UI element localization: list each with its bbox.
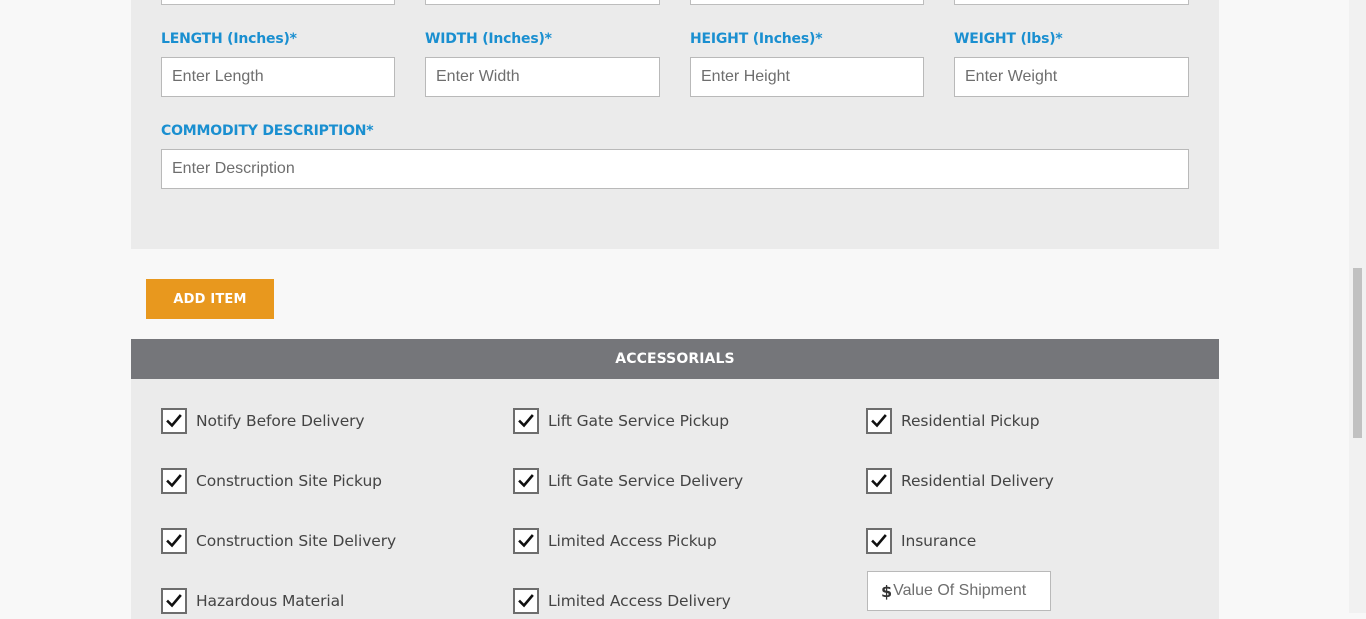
scrollbar-thumb[interactable] <box>1353 268 1362 438</box>
accessorial-construction-site-delivery[interactable]: Construction Site Delivery <box>161 528 396 554</box>
height-label: HEIGHT (Inches)* <box>690 31 823 47</box>
previous-field-edge <box>425 0 660 5</box>
checkbox[interactable] <box>513 588 539 614</box>
accessorials-header: ACCESSORIALS <box>131 339 1219 379</box>
checkbox[interactable] <box>161 528 187 554</box>
accessorial-hazardous-material[interactable]: Hazardous Material <box>161 588 344 614</box>
accessorial-lift-gate-service-pickup[interactable]: Lift Gate Service Pickup <box>513 408 729 434</box>
checkbox[interactable] <box>513 528 539 554</box>
previous-field-edge <box>690 0 924 5</box>
accessorial-notify-before-delivery[interactable]: Notify Before Delivery <box>161 408 365 434</box>
checkmark-icon <box>518 594 534 608</box>
accessorial-residential-delivery[interactable]: Residential Delivery <box>866 468 1054 494</box>
checkbox[interactable] <box>161 588 187 614</box>
item-dimensions-panel: LENGTH (Inches)* WIDTH (Inches)* HEIGHT … <box>131 0 1219 249</box>
checkmark-icon <box>518 474 534 488</box>
add-item-button[interactable]: ADD ITEM <box>146 279 274 319</box>
checkmark-icon <box>166 474 182 488</box>
checkbox[interactable] <box>866 468 892 494</box>
accessorial-label: Hazardous Material <box>196 592 345 610</box>
checkbox[interactable] <box>866 408 892 434</box>
checkbox[interactable] <box>513 468 539 494</box>
dollar-sign: $ <box>881 581 893 601</box>
checkbox[interactable] <box>161 468 187 494</box>
width-input[interactable] <box>425 57 660 97</box>
accessorial-label: Lift Gate Service Delivery <box>548 472 744 490</box>
checkmark-icon <box>166 534 182 548</box>
accessorial-label: Residential Delivery <box>901 472 1054 490</box>
checkbox[interactable] <box>866 528 892 554</box>
accessorial-label: Residential Pickup <box>901 412 1040 430</box>
accessorial-label: Construction Site Pickup <box>196 472 382 490</box>
commodity-description-input[interactable] <box>161 149 1189 189</box>
checkbox[interactable] <box>161 408 187 434</box>
accessorial-insurance[interactable]: Insurance <box>866 528 976 554</box>
accessorial-limited-access-delivery[interactable]: Limited Access Delivery <box>513 588 731 614</box>
accessorial-label: Limited Access Delivery <box>548 592 731 610</box>
checkmark-icon <box>871 414 887 428</box>
weight-label: WEIGHT (lbs)* <box>954 31 1063 47</box>
accessorial-label: Notify Before Delivery <box>196 412 365 430</box>
shipment-value-input[interactable] <box>892 582 1044 600</box>
accessorial-residential-pickup[interactable]: Residential Pickup <box>866 408 1040 434</box>
previous-field-edge <box>161 0 395 5</box>
accessorial-label: Lift Gate Service Pickup <box>548 412 729 430</box>
accessorial-label: Insurance <box>901 532 977 550</box>
checkmark-icon <box>518 534 534 548</box>
accessorial-limited-access-pickup[interactable]: Limited Access Pickup <box>513 528 717 554</box>
checkmark-icon <box>518 414 534 428</box>
width-label: WIDTH (Inches)* <box>425 31 552 47</box>
page: LENGTH (Inches)* WIDTH (Inches)* HEIGHT … <box>0 0 1349 619</box>
checkmark-icon <box>166 594 182 608</box>
accessorial-construction-site-pickup[interactable]: Construction Site Pickup <box>161 468 382 494</box>
commodity-description-label: COMMODITY DESCRIPTION* <box>161 123 374 139</box>
accessorial-lift-gate-service-delivery[interactable]: Lift Gate Service Delivery <box>513 468 743 494</box>
accessorial-label: Limited Access Pickup <box>548 532 717 550</box>
accessorial-label: Construction Site Delivery <box>196 532 397 550</box>
checkbox[interactable] <box>513 408 539 434</box>
shipment-value-field[interactable]: $ <box>867 571 1051 611</box>
length-input[interactable] <box>161 57 395 97</box>
vertical-scrollbar[interactable] <box>1349 0 1366 613</box>
checkmark-icon <box>871 474 887 488</box>
height-input[interactable] <box>690 57 924 97</box>
checkmark-icon <box>166 414 182 428</box>
checkmark-icon <box>871 534 887 548</box>
length-label: LENGTH (Inches)* <box>161 31 297 47</box>
previous-field-edge <box>954 0 1189 5</box>
weight-input[interactable] <box>954 57 1189 97</box>
